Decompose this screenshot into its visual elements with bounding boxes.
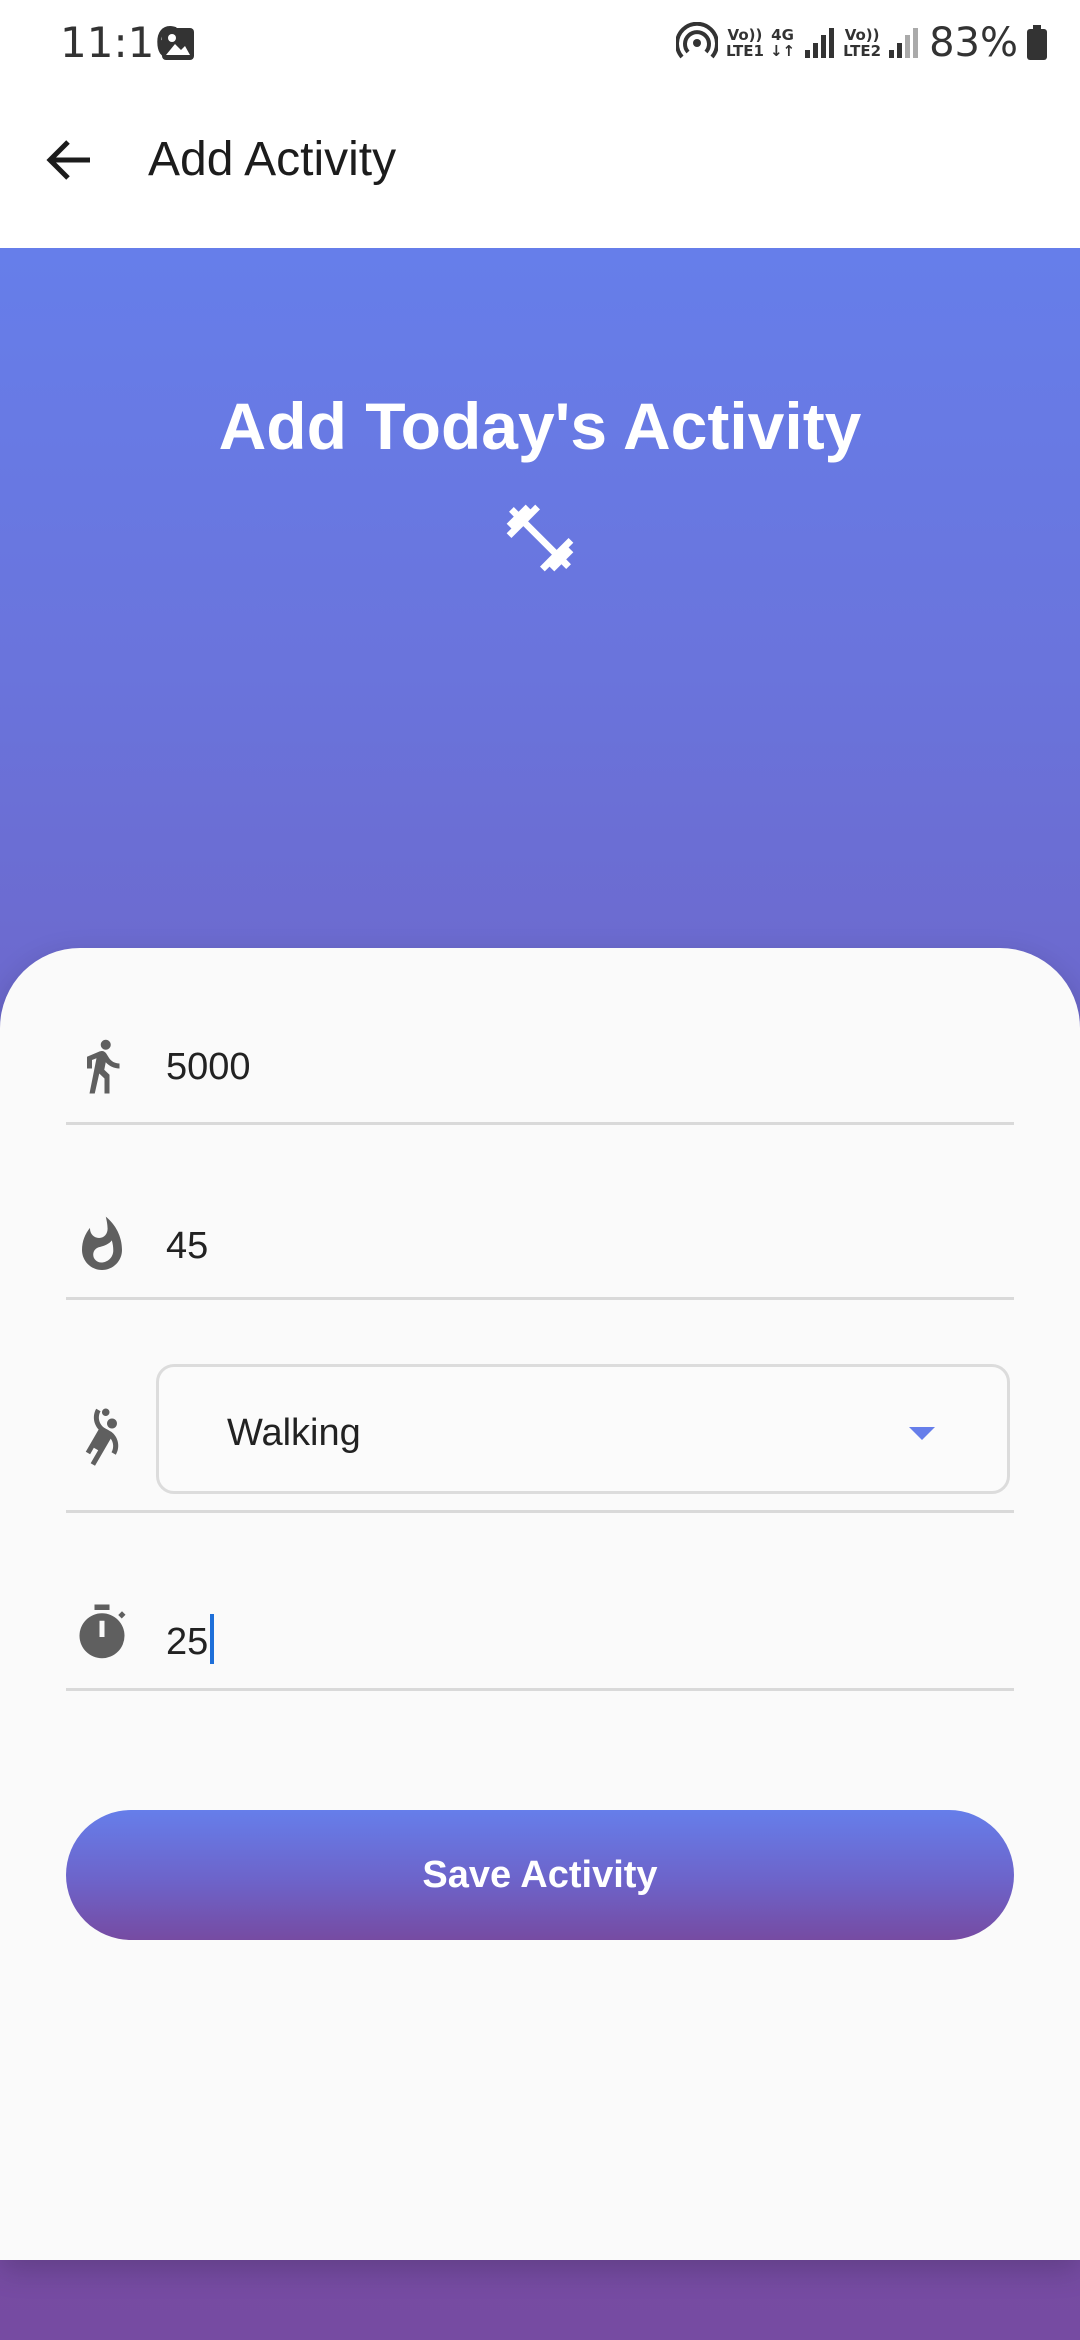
status-icons: Vo)) LTE1 4G ↓↑ Vo)) LTE2 83% [675, 20, 1048, 66]
text-cursor [210, 1614, 215, 1664]
app-bar: Add Activity [0, 90, 1080, 248]
battery-percent: 83% [929, 20, 1018, 66]
hero-section: Add Today's Activity 5000 45 Walking 25 … [0, 248, 1080, 2340]
back-button[interactable] [40, 130, 100, 190]
sim2-volte-label: Vo)) LTE2 [843, 26, 882, 60]
sports-handball-icon [72, 1406, 132, 1466]
fitness-center-icon [500, 498, 580, 578]
duration-input[interactable]: 25 [166, 1614, 215, 1664]
duration-field[interactable]: 25 [66, 1582, 1014, 1691]
data-arrows-icon: ↓↑ [769, 42, 796, 60]
battery-icon [1026, 25, 1048, 61]
steps-input[interactable]: 5000 [166, 1046, 251, 1089]
arrow-back-icon[interactable] [40, 140, 100, 194]
duration-value: 25 [166, 1621, 209, 1663]
caret-down-icon[interactable] [907, 1425, 937, 1446]
activity-form-card: 5000 45 Walking 25 Save Activity [0, 948, 1080, 2260]
network-type-label: 4G ↓↑ [769, 26, 796, 60]
directions-walk-icon [72, 1036, 132, 1096]
activity-type-dropdown[interactable]: Walking [156, 1364, 1010, 1494]
calories-field[interactable]: 45 [66, 1193, 1014, 1300]
steps-field[interactable]: 5000 [66, 1018, 1014, 1125]
sim1-volte-label: Vo)) LTE1 [725, 26, 764, 60]
activity-type-selected: Walking [227, 1412, 361, 1454]
signal-sim1-icon [803, 26, 835, 60]
calories-input[interactable]: 45 [166, 1225, 208, 1268]
timer-icon [72, 1602, 132, 1662]
activity-type-field: Walking [66, 1362, 1014, 1513]
save-activity-button[interactable]: Save Activity [66, 1810, 1014, 1940]
hero-title: Add Today's Activity [218, 389, 862, 463]
gallery-notification-icon [160, 26, 196, 67]
fire-icon [72, 1215, 132, 1275]
status-bar: 11:16 Vo)) LTE1 4G ↓↑ Vo)) LTE2 83% [0, 0, 1080, 90]
signal-sim2-icon [887, 26, 919, 60]
page-title: Add Activity [148, 133, 397, 186]
hotspot-icon [675, 22, 718, 64]
